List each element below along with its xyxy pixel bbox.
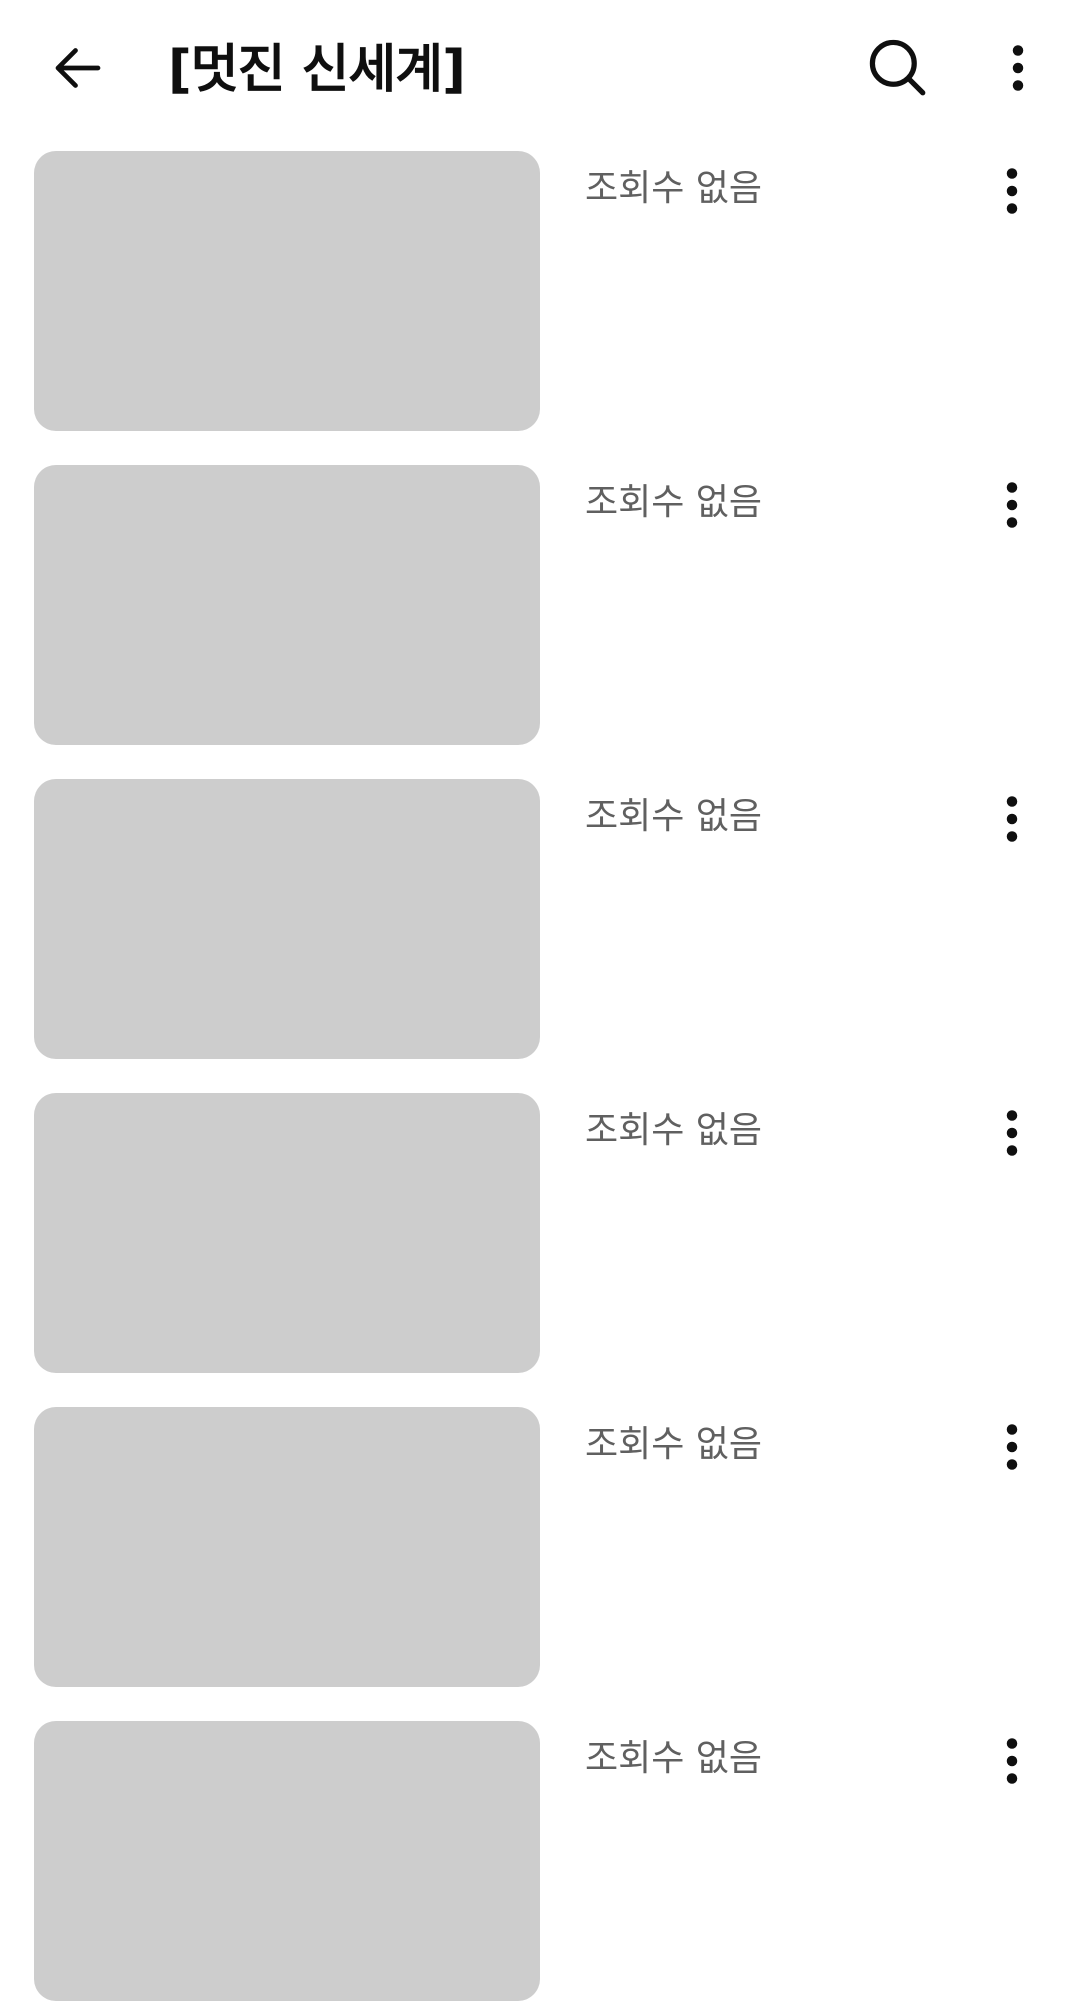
search-icon [869, 39, 926, 96]
page-title: [멋진 신세계] [168, 40, 466, 100]
video-thumbnail[interactable] [34, 1093, 540, 1373]
video-menu-button[interactable] [964, 457, 1060, 553]
more-vert-icon [1006, 796, 1018, 842]
video-thumbnail[interactable] [34, 151, 540, 431]
video-item[interactable]: 조회수 없음 [0, 151, 1080, 431]
view-count: 조회수 없음 [585, 796, 763, 837]
video-item[interactable]: 조회수 없음 [0, 779, 1080, 1059]
back-button[interactable] [30, 20, 126, 116]
video-thumbnail[interactable] [34, 465, 540, 745]
more-vert-icon [1006, 482, 1018, 528]
view-count: 조회수 없음 [585, 1110, 763, 1151]
video-item[interactable]: 조회수 없음 [0, 1093, 1080, 1373]
more-vert-icon [1012, 45, 1024, 91]
video-thumbnail[interactable] [34, 1407, 540, 1687]
search-button[interactable] [850, 20, 946, 116]
video-menu-button[interactable] [964, 1713, 1060, 1809]
arrow-left-icon [55, 48, 101, 88]
view-count: 조회수 없음 [585, 482, 763, 523]
more-options-button[interactable] [970, 20, 1066, 116]
more-vert-icon [1006, 1424, 1018, 1470]
app-bar: [멋진 신세계] [0, 0, 1080, 140]
more-vert-icon [1006, 1738, 1018, 1784]
more-vert-icon [1006, 168, 1018, 214]
view-count: 조회수 없음 [585, 1738, 763, 1779]
view-count: 조회수 없음 [585, 168, 763, 209]
more-vert-icon [1006, 1110, 1018, 1156]
video-item[interactable]: 조회수 없음 [0, 1407, 1080, 1687]
video-menu-button[interactable] [964, 1085, 1060, 1181]
view-count: 조회수 없음 [585, 1424, 763, 1465]
video-thumbnail[interactable] [34, 1721, 540, 2001]
video-menu-button[interactable] [964, 771, 1060, 867]
video-item[interactable]: 조회수 없음 [0, 1721, 1080, 2001]
video-thumbnail[interactable] [34, 779, 540, 1059]
video-menu-button[interactable] [964, 1399, 1060, 1495]
video-menu-button[interactable] [964, 143, 1060, 239]
video-item[interactable]: 조회수 없음 [0, 465, 1080, 745]
